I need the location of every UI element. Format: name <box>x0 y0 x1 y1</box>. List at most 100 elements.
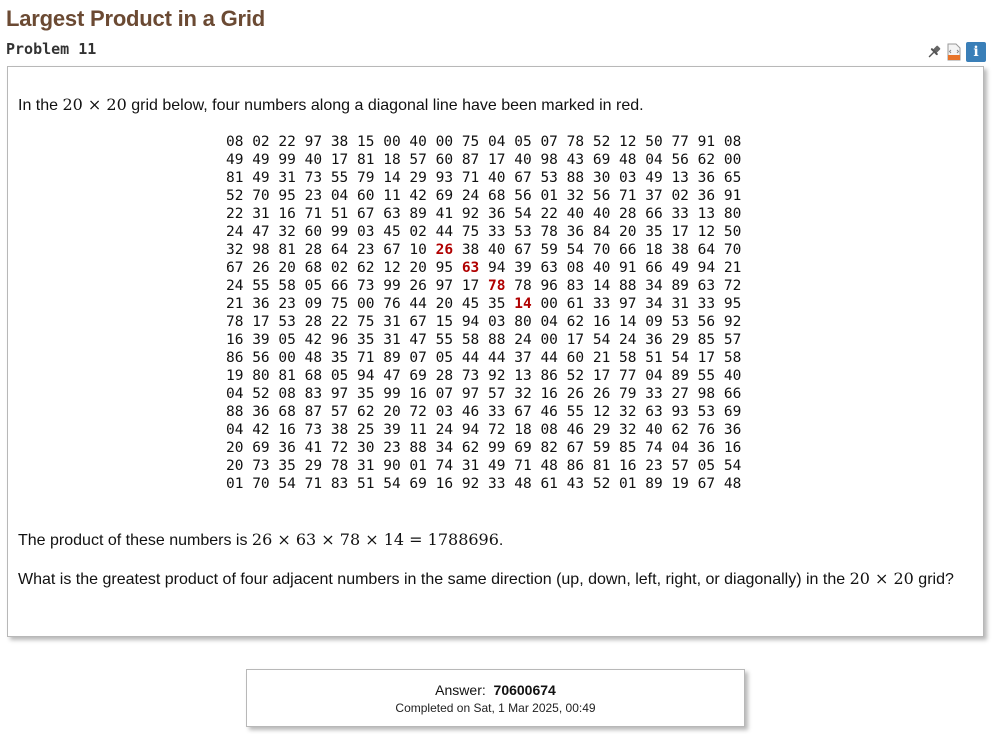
grid-cell: 48 <box>723 476 742 492</box>
grid-cell: 78 <box>540 224 558 240</box>
grid-cell: 22 <box>226 206 244 222</box>
info-button[interactable]: i <box>966 42 986 62</box>
grid-cell: 71 <box>514 458 532 474</box>
grid-cell: 40 <box>645 422 663 438</box>
grid-cell: 57 <box>671 458 689 474</box>
grid-cell: 00 <box>435 134 454 150</box>
grid-cell: 99 <box>383 386 401 402</box>
grid-cell: 16 <box>226 332 244 348</box>
grid-row: 24 55 58 05 66 73 99 26 97 17 78 78 96 8… <box>226 277 786 295</box>
grid-cell: 00 <box>278 350 296 366</box>
grid-cell: 17 <box>697 350 716 366</box>
grid-cell: 57 <box>488 386 506 402</box>
grid-cell: 37 <box>514 350 532 366</box>
grid-cell: 50 <box>645 134 663 150</box>
grid-cell: 04 <box>226 386 244 402</box>
product-math: 26 × 63 × 78 × 14 = 1788696 <box>251 530 499 549</box>
grid-cell: 71 <box>304 476 323 492</box>
pin-icon[interactable] <box>926 43 942 61</box>
grid-cell: 97 <box>330 386 349 402</box>
grid-cell: 86 <box>566 458 585 474</box>
grid-cell: 41 <box>304 440 323 456</box>
grid-cell: 08 <box>566 260 585 276</box>
grid-cell: 52 <box>592 476 611 492</box>
grid-row: 88 36 68 87 57 62 20 72 03 46 33 67 46 5… <box>226 403 786 421</box>
grid-cell: 55 <box>435 332 454 348</box>
grid-row: 24 47 32 60 99 03 45 02 44 75 33 53 78 3… <box>226 223 786 241</box>
grid-cell: 82 <box>540 440 558 456</box>
answer-value: 70600674 <box>493 682 556 698</box>
grid-cell: 46 <box>461 404 480 420</box>
grid-cell: 89 <box>671 368 689 384</box>
grid-cell: 13 <box>671 170 689 186</box>
grid-cell: 52 <box>592 134 611 150</box>
grid-cell: 95 <box>723 296 742 312</box>
grid-cell: 84 <box>592 224 611 240</box>
grid-cell: 22 <box>278 134 296 150</box>
answer-label: Answer: <box>435 682 486 698</box>
grid-cell: 76 <box>697 422 716 438</box>
grid-cell: 98 <box>540 152 558 168</box>
grid-cell: 65 <box>723 170 742 186</box>
grid-cell: 16 <box>540 386 558 402</box>
grid-cell: 23 <box>383 440 401 456</box>
grid-cell: 35 <box>278 458 296 474</box>
grid-cell: 00 <box>540 296 558 312</box>
grid-cell: 60 <box>304 224 323 240</box>
grid-cell: 71 <box>619 188 637 204</box>
grid-cell: 69 <box>252 440 270 456</box>
grid-cell: 62 <box>461 440 480 456</box>
grid-cell: 58 <box>461 332 480 348</box>
grid-cell: 71 <box>357 350 375 366</box>
grid-cell: 20 <box>619 224 637 240</box>
grid-cell: 99 <box>383 278 401 294</box>
grid-cell: 12 <box>383 260 401 276</box>
grid-cell: 70 <box>252 188 270 204</box>
grid-cell: 12 <box>697 224 716 240</box>
grid-cell: 38 <box>330 134 349 150</box>
grid-cell: 58 <box>619 350 637 366</box>
grid-cell: 44 <box>461 350 480 366</box>
grid-cell: 15 <box>435 314 454 330</box>
grid-cell: 73 <box>252 458 270 474</box>
grid-cell: 19 <box>226 368 244 384</box>
grid-cell: 54 <box>723 458 742 474</box>
grid-cell: 58 <box>278 278 296 294</box>
grid-cell: 49 <box>645 170 663 186</box>
grid-cell: 69 <box>514 440 532 456</box>
grid-cell: 94 <box>461 422 480 438</box>
grid-cell: 17 <box>330 152 349 168</box>
grid-cell: 53 <box>514 224 532 240</box>
grid-cell: 17 <box>671 224 689 240</box>
grid-cell: 54 <box>278 476 296 492</box>
grid-cell: 57 <box>330 404 349 420</box>
html-icon[interactable] <box>946 43 962 61</box>
grid-cell: 87 <box>304 404 323 420</box>
grid-row: 81 49 31 73 55 79 14 29 93 71 40 67 53 8… <box>226 169 786 187</box>
grid-row: 22 31 16 71 51 67 63 89 41 92 36 54 22 4… <box>226 205 786 223</box>
grid-cell: 57 <box>409 152 427 168</box>
highlighted-grid-cell: 26 <box>435 242 454 258</box>
grid-cell: 35 <box>488 296 506 312</box>
grid-cell: 30 <box>592 170 611 186</box>
grid-cell: 29 <box>671 332 689 348</box>
grid-cell: 54 <box>514 206 532 222</box>
grid-cell: 04 <box>645 152 663 168</box>
grid-cell: 31 <box>278 170 296 186</box>
grid-cell: 20 <box>409 260 427 276</box>
grid-cell: 54 <box>566 242 585 258</box>
highlighted-grid-cell: 78 <box>488 278 506 294</box>
grid-cell: 05 <box>304 278 323 294</box>
grid-cell: 75 <box>461 224 480 240</box>
grid-cell: 20 <box>226 458 244 474</box>
grid-cell: 66 <box>619 242 637 258</box>
grid-cell: 28 <box>304 314 323 330</box>
grid-cell: 33 <box>592 296 611 312</box>
grid-cell: 14 <box>619 314 637 330</box>
grid-cell: 72 <box>723 278 742 294</box>
grid-cell: 11 <box>409 422 427 438</box>
grid-row: 78 17 53 28 22 75 31 67 15 94 03 80 04 6… <box>226 313 786 331</box>
grid-cell: 16 <box>409 386 427 402</box>
grid-cell: 00 <box>383 134 401 150</box>
grid-cell: 72 <box>409 404 427 420</box>
